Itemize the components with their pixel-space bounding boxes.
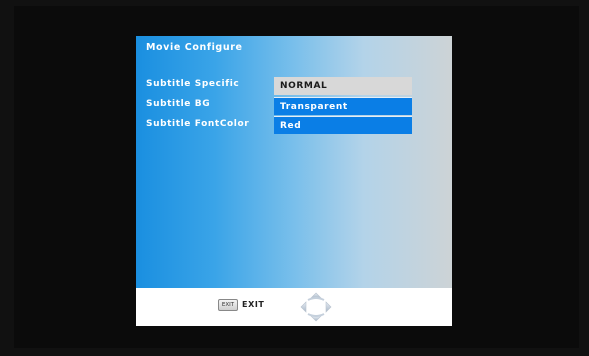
- exit-key-icon: EXIT: [218, 299, 238, 311]
- subtitle-bg-label: Subtitle BG: [146, 99, 211, 109]
- footer-bar: EXIT EXIT: [136, 288, 452, 326]
- subtitle-specific-option[interactable]: NORMAL: [274, 77, 412, 95]
- subtitle-specific-label: Subtitle Specific: [146, 79, 240, 89]
- dpad-navigation-icon: [300, 292, 332, 322]
- subtitle-bg-option[interactable]: Transparent: [274, 97, 412, 115]
- subtitle-fontcolor-label: Subtitle FontColor: [146, 119, 250, 129]
- subtitle-fontcolor-option[interactable]: Red: [274, 116, 412, 134]
- movie-configure-panel: Movie Configure Subtitle Specific Subtit…: [136, 36, 452, 288]
- tv-screen: Movie Configure Subtitle Specific Subtit…: [14, 6, 579, 348]
- exit-label[interactable]: EXIT: [242, 300, 264, 309]
- panel-title: Movie Configure: [146, 42, 243, 53]
